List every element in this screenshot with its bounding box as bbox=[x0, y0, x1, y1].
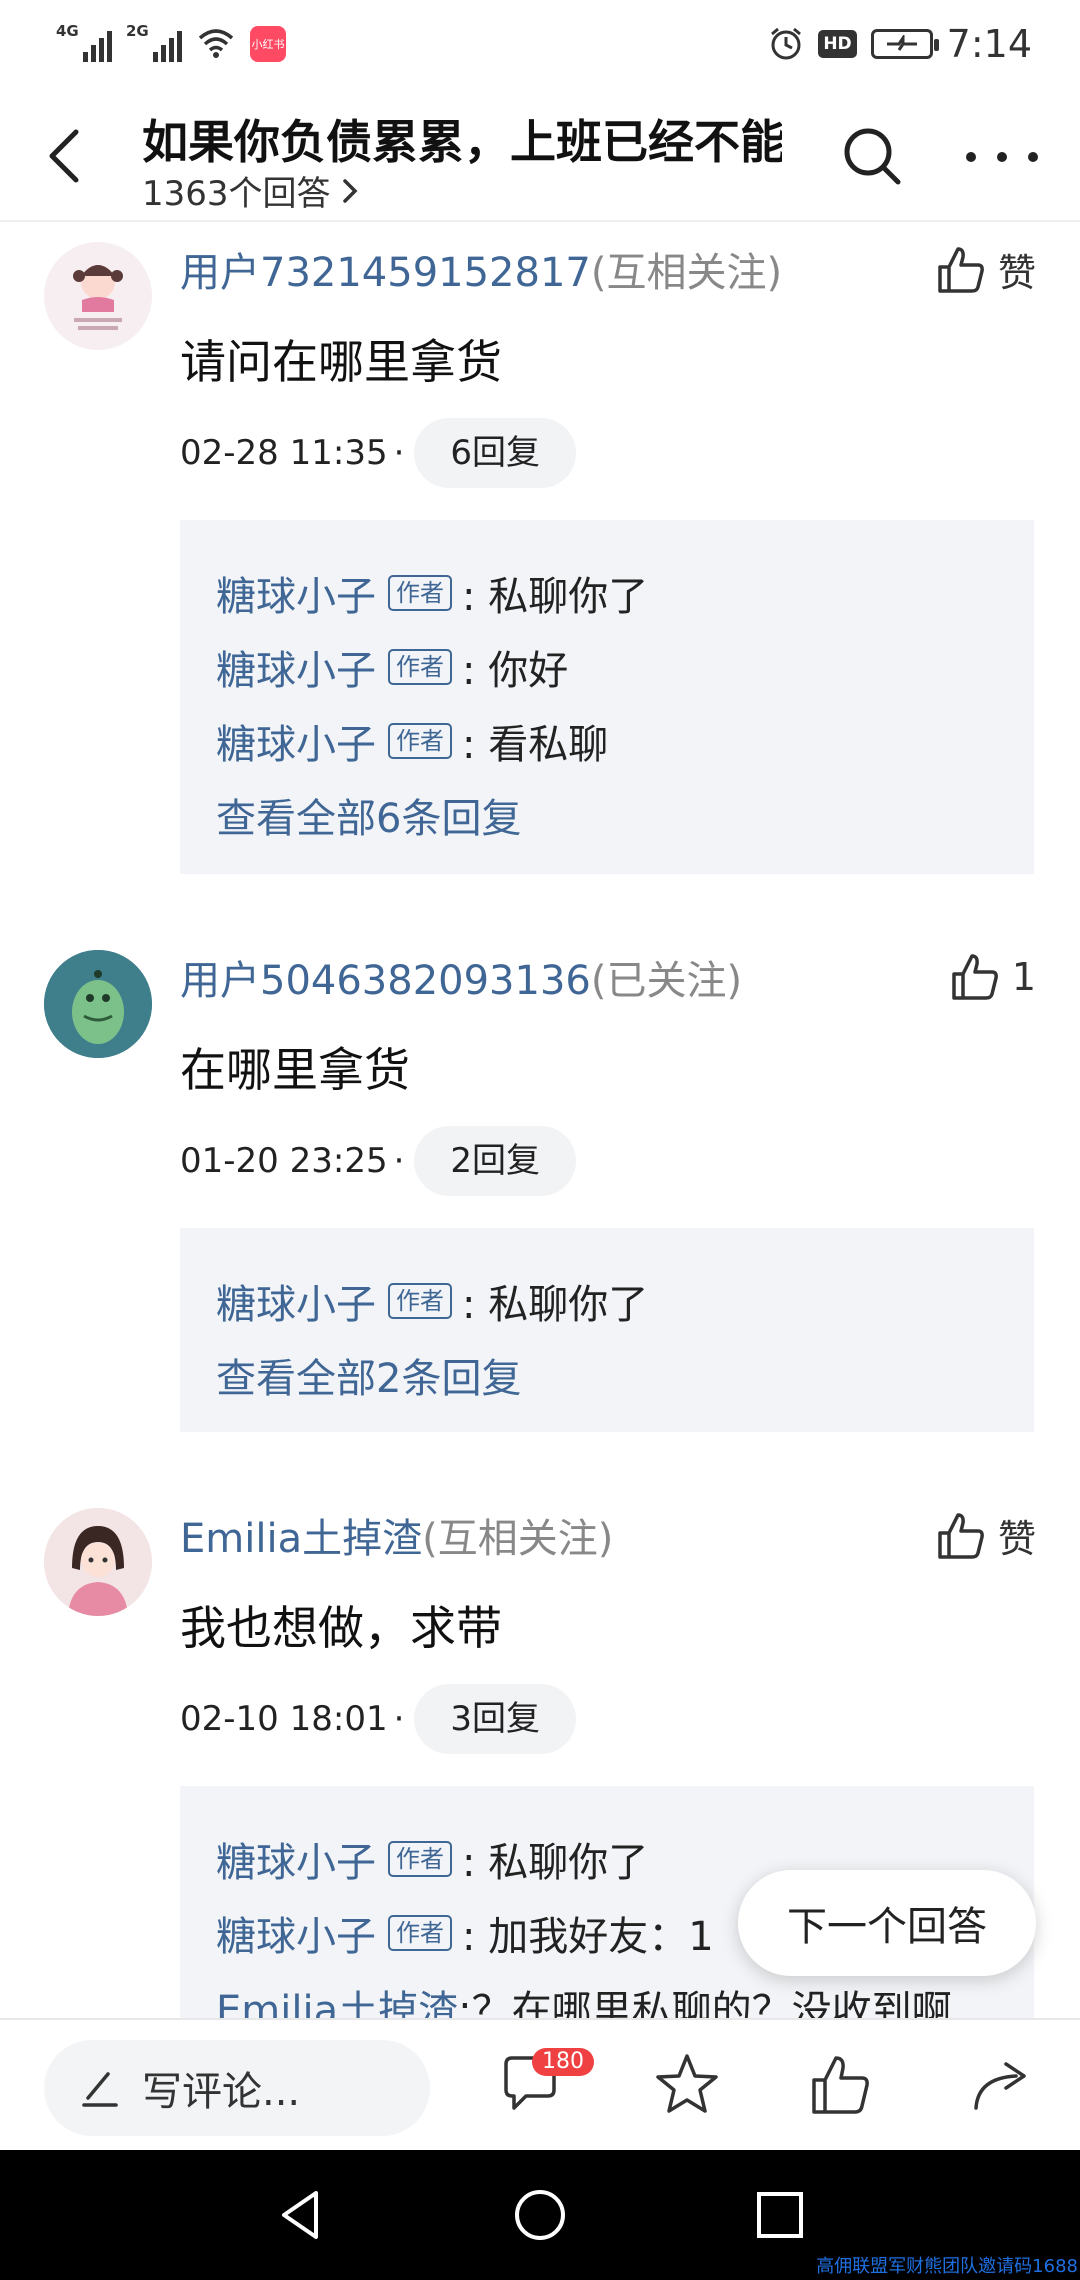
comment-meta: 02-28 11:35 · 6回复 bbox=[180, 418, 577, 488]
like-label: 赞 bbox=[997, 251, 1036, 295]
more-icon[interactable] bbox=[966, 132, 1038, 182]
comment-meta: 01-20 23:25 · 2回复 bbox=[180, 1126, 577, 1196]
reply-count-button[interactable]: 2回复 bbox=[414, 1126, 577, 1196]
reply-author[interactable]: 糖球小子 bbox=[216, 1272, 376, 1330]
comment-username[interactable]: Emilia土掉渣(互相关注) bbox=[180, 1506, 613, 1564]
star-icon[interactable] bbox=[652, 2050, 722, 2120]
thumbs-up-icon bbox=[938, 246, 984, 293]
comment-list: 用户7321459152817(互相关注) 赞 请问在哪里拿货 02-28 11… bbox=[0, 222, 1080, 2018]
author-tag: 作者 bbox=[388, 1283, 452, 1319]
reply-text: : 私聊你了 bbox=[462, 1840, 649, 1886]
username[interactable]: Emilia土掉渣 bbox=[180, 1516, 422, 1562]
reply-author[interactable]: Emilia土掉渣 bbox=[216, 1978, 458, 2018]
xiaohongshu-app-icon: 小红书 bbox=[250, 26, 286, 62]
page-header: 如果你负债累累，上班已经不能… 1363个回答 bbox=[0, 88, 1080, 222]
comment-count-badge: 180 bbox=[532, 2048, 594, 2076]
reply-text: :？在哪里私聊的？没收到啊 bbox=[458, 1988, 952, 2018]
status-bar: 4G 2G 小红书 HD 7:14 bbox=[0, 0, 1080, 88]
bottom-action-bar: 写评论... 180 bbox=[0, 2018, 1080, 2150]
comment-date: 01-20 23:25 bbox=[180, 1141, 388, 1181]
avatar[interactable] bbox=[44, 242, 152, 350]
clock: 7:14 bbox=[946, 22, 1032, 66]
reply-count-button[interactable]: 3回复 bbox=[414, 1684, 577, 1754]
separator-dot: · bbox=[393, 1141, 405, 1181]
thumbs-up-icon bbox=[952, 954, 998, 1000]
reply-author[interactable]: 糖球小子 bbox=[216, 712, 376, 770]
author-tag: 作者 bbox=[388, 575, 452, 611]
follow-status: (已关注) bbox=[590, 958, 743, 1004]
reply-text: : 私聊你了 bbox=[462, 1282, 649, 1328]
view-all-replies-link[interactable]: 查看全部6条回复 bbox=[216, 778, 998, 852]
follow-status: (互相关注) bbox=[590, 250, 783, 296]
replies-box: 糖球小子 作者 : 私聊你了 查看全部2条回复 bbox=[180, 1228, 1034, 1432]
reply-count-button[interactable]: 6回复 bbox=[414, 418, 577, 488]
comment-date: 02-28 11:35 bbox=[180, 433, 388, 473]
comment-username[interactable]: 用户5046382093136(已关注) bbox=[180, 948, 742, 1006]
pencil-icon bbox=[82, 2072, 118, 2107]
page-title: 如果你负债累累，上班已经不能… bbox=[142, 115, 782, 169]
username[interactable]: 用户7321459152817 bbox=[180, 250, 591, 296]
avatar[interactable] bbox=[44, 1508, 152, 1616]
watermark-text: 高佣联盟军财熊团队邀请码1688 bbox=[816, 2256, 1078, 2277]
author-tag: 作者 bbox=[388, 1915, 452, 1951]
system-navigation-bar: 高佣联盟军财熊团队邀请码1688 bbox=[0, 2150, 1080, 2280]
comment-text: 我也想做，求带 bbox=[180, 1601, 502, 1655]
view-all-replies-link[interactable]: 查看全部2条回复 bbox=[216, 1338, 998, 1412]
reply-text: : 加我好友：1 bbox=[462, 1914, 714, 1960]
search-icon[interactable] bbox=[838, 122, 906, 190]
username[interactable]: 用户5046382093136 bbox=[180, 958, 591, 1004]
author-tag: 作者 bbox=[388, 649, 452, 685]
reply-text: : 看私聊 bbox=[462, 722, 609, 768]
reply-text: : 私聊你了 bbox=[462, 574, 649, 620]
like-button[interactable]: 赞 bbox=[934, 242, 1036, 297]
network-type-label: 2G bbox=[126, 22, 149, 40]
comment-meta: 02-10 18:01 · 3回复 bbox=[180, 1684, 577, 1754]
author-tag: 作者 bbox=[388, 1841, 452, 1877]
write-comment-input[interactable]: 写评论... bbox=[44, 2040, 430, 2136]
reply-item[interactable]: 糖球小子 作者 : 你好 bbox=[216, 630, 998, 704]
reply-author[interactable]: 糖球小子 bbox=[216, 638, 376, 696]
reply-item[interactable]: 糖球小子 作者 : 私聊你了 bbox=[216, 556, 998, 630]
network-type-label: 4G bbox=[56, 22, 79, 40]
cellular-signal-icon: 4G bbox=[56, 22, 112, 62]
share-icon[interactable] bbox=[966, 2050, 1036, 2120]
thumbs-up-icon bbox=[938, 1512, 984, 1559]
like-label: 赞 bbox=[997, 1517, 1036, 1561]
thumbs-up-icon[interactable] bbox=[806, 2050, 876, 2120]
comment-date: 02-10 18:01 bbox=[180, 1699, 388, 1739]
separator-dot: · bbox=[393, 433, 405, 473]
reply-item[interactable]: 糖球小子 作者 : 看私聊 bbox=[216, 704, 998, 778]
reply-author[interactable]: 糖球小子 bbox=[216, 1830, 376, 1888]
reply-item[interactable]: 糖球小子 作者 : 私聊你了 bbox=[216, 1264, 998, 1338]
answers-count-label: 1363个回答 bbox=[142, 174, 331, 214]
like-count: 1 bbox=[1011, 955, 1036, 999]
separator-dot: · bbox=[393, 1699, 405, 1739]
hd-indicator: HD bbox=[818, 30, 857, 58]
chevron-right-icon bbox=[342, 178, 358, 203]
write-comment-placeholder: 写评论... bbox=[142, 2069, 301, 2115]
cellular-signal-icon: 2G bbox=[126, 22, 182, 62]
back-arrow-icon[interactable] bbox=[42, 126, 92, 186]
replies-box: 糖球小子 作者: 私聊你了 糖球小子 作者: 你好 糖球小子 作者: 看私聊 查看全部… bbox=[180, 520, 1034, 874]
comment-username[interactable]: 用户7321459152817(互相关注) bbox=[180, 240, 782, 298]
reply-item[interactable]: Emilia土掉渣:？在哪里私聊的？没收到啊 bbox=[216, 1970, 998, 2018]
comment-text: 请问在哪里拿货 bbox=[180, 335, 502, 389]
like-button[interactable]: 赞 bbox=[934, 1508, 1036, 1563]
avatar[interactable] bbox=[44, 950, 152, 1058]
wifi-icon bbox=[198, 29, 234, 58]
reply-author[interactable]: 糖球小子 bbox=[216, 564, 376, 622]
author-tag: 作者 bbox=[388, 723, 452, 759]
nav-back-icon[interactable] bbox=[270, 2185, 330, 2245]
nav-home-icon[interactable] bbox=[510, 2185, 570, 2245]
follow-status: (互相关注) bbox=[422, 1516, 614, 1562]
reply-text: : 你好 bbox=[462, 648, 569, 694]
alarm-icon bbox=[771, 27, 802, 60]
like-button[interactable]: 1 bbox=[948, 950, 1036, 1004]
answers-count-link[interactable]: 1363个回答 bbox=[142, 166, 361, 215]
comment-text: 在哪里拿货 bbox=[180, 1043, 410, 1097]
nav-recents-icon[interactable] bbox=[750, 2185, 810, 2245]
battery-icon bbox=[870, 29, 939, 59]
next-answer-button[interactable]: 下一个回答 bbox=[738, 1870, 1036, 1976]
reply-author[interactable]: 糖球小子 bbox=[216, 1904, 376, 1962]
